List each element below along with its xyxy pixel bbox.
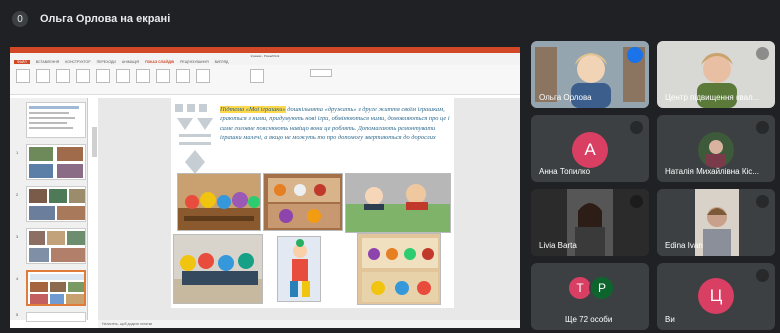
participant-avatar: А (572, 132, 608, 168)
photo-dolls (173, 234, 263, 304)
mic-off-icon (756, 195, 769, 208)
participant-tile-anna[interactable]: А Анна Топилко (531, 115, 649, 182)
slide-thumbnail[interactable] (26, 312, 86, 322)
ribbon-button[interactable] (76, 69, 90, 83)
tab-slideshow[interactable]: ПОКАЗ СЛАЙДІВ (145, 60, 174, 64)
slide-thumbnail[interactable] (26, 102, 86, 138)
participant-tile-olga[interactable]: Ольга Орлова (531, 41, 649, 108)
slide-editor: Підтема «Мої іграшки» дошкільнята «дружа… (98, 98, 520, 320)
mic-off-icon (756, 269, 769, 282)
participant-tile-livia[interactable]: Livia Barta (531, 189, 649, 256)
ribbon-button[interactable] (16, 69, 30, 83)
tab-animations[interactable]: АНІМАЦІЯ (122, 60, 139, 64)
mic-off-icon (756, 47, 769, 60)
participant-avatar: Р (589, 275, 615, 301)
ribbon-body (10, 65, 520, 95)
tab-view[interactable]: ВИГЛЯД (215, 60, 229, 64)
participant-tile-natalia[interactable]: Наталія Михайлівна Кіс... (657, 115, 775, 182)
presenter-count-badge: 0 (12, 11, 28, 27)
participant-avatar: Ц (698, 278, 734, 314)
slide-thumbnail[interactable] (26, 228, 86, 264)
ribbon-dropdown[interactable] (310, 69, 332, 77)
participant-tile-edina[interactable]: Edina Ivan (657, 189, 775, 256)
participant-name: Livia Barta (539, 241, 577, 250)
thumb-number: 2 (16, 192, 19, 197)
slide-thumbnails-pane: 1 2 3 4 5 (10, 98, 88, 322)
slide-text: Підтема «Мої іграшки» дошкільнята «дружа… (220, 105, 452, 143)
thumb-number: 1 (16, 150, 19, 155)
mic-off-icon (630, 121, 643, 134)
participant-name: Ви (665, 315, 675, 324)
slide-thumbnail[interactable] (26, 144, 86, 180)
participant-name: Наталія Михайлівна Кіс... (665, 167, 759, 176)
thumb-number: 3 (16, 234, 19, 239)
participant-name: Edina Ivan (665, 241, 703, 250)
mic-off-icon (630, 195, 643, 208)
ribbon-button[interactable] (56, 69, 70, 83)
notes-pane[interactable]: Натисніть, щоб додати нотатки (98, 320, 520, 328)
presenter-bar: 0 Ольга Орлова на екрані (0, 0, 780, 38)
ribbon-button[interactable] (96, 69, 110, 83)
mic-off-icon (756, 121, 769, 134)
photo-toys-shelf (177, 173, 261, 231)
participant-name: Ольга Орлова (539, 93, 592, 102)
thumb-number: 4 (16, 276, 19, 281)
speaking-indicator-icon (627, 47, 643, 63)
slide-canvas[interactable]: Підтема «Мої іграшки» дошкільнята «дружа… (171, 98, 454, 308)
ribbon-button[interactable] (116, 69, 130, 83)
tab-review[interactable]: РЕЦЕНЗУВАННЯ (180, 60, 209, 64)
participant-tile-you[interactable]: Ц Ви (657, 263, 775, 330)
shared-screen[interactable]: Іграшки - PowerPoint ФАЙЛ ВСТАВЛЕННЯ КОН… (10, 47, 520, 328)
slide-thumbnail[interactable] (26, 186, 86, 222)
photo-clown (277, 236, 321, 302)
photo-toy-rack (357, 233, 441, 305)
tab-file[interactable]: ФАЙЛ (14, 60, 30, 64)
tab-design[interactable]: КОНСТРУКТОР (65, 60, 90, 64)
slide-subtopic-highlight: Підтема «Мої іграшки» (220, 106, 286, 113)
photo-puppet-theater (345, 173, 451, 233)
participant-tile-center[interactable]: Центр підвищення квал... (657, 41, 775, 108)
thumbnails-scrollbar[interactable] (92, 127, 97, 157)
participant-name: Центр підвищення квал... (665, 93, 760, 102)
ribbon-button[interactable] (156, 69, 170, 83)
presenter-title: Ольга Орлова на екрані (40, 13, 171, 25)
photo-toys-cabinet (263, 173, 343, 231)
more-participants-label: Ще 72 особи (565, 315, 613, 324)
ribbon-button[interactable] (196, 69, 210, 83)
thumb-number: 5 (16, 312, 19, 317)
tab-transitions[interactable]: ПЕРЕХОДИ (97, 60, 116, 64)
participant-avatar (698, 132, 734, 168)
tab-insert[interactable]: ВСТАВЛЕННЯ (36, 60, 60, 64)
slide-thumbnail-selected[interactable] (26, 270, 86, 306)
ribbon-button[interactable] (176, 69, 190, 83)
participant-name: Анна Топилко (539, 167, 591, 176)
ribbon-button[interactable] (250, 69, 264, 83)
ribbon-button[interactable] (136, 69, 150, 83)
ribbon-button[interactable] (36, 69, 50, 83)
more-participants-tile[interactable]: Т Р Ще 72 особи (531, 263, 649, 330)
